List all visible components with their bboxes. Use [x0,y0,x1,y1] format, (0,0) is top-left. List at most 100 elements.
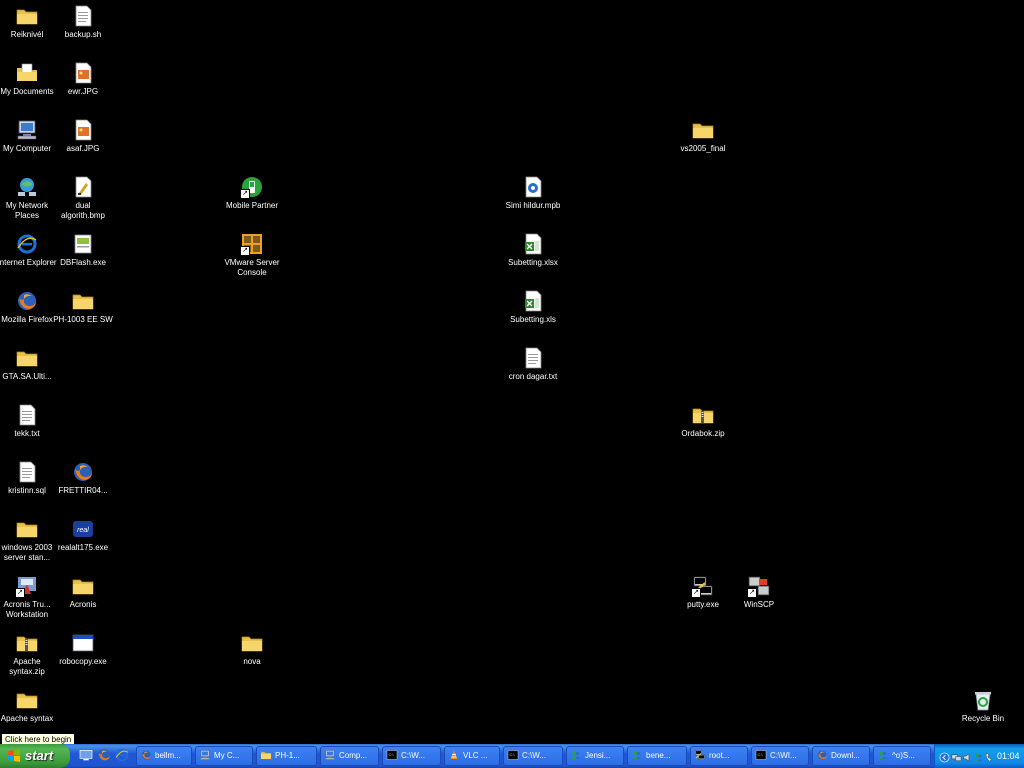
desktop-icon[interactable]: ↗ VMware Server Console [222,228,282,284]
exe-window-icon [71,631,95,655]
desktop-icon[interactable]: Subetting.xlsx [503,228,563,284]
desktop-icon-label: PH-1003 EE SW [53,315,113,324]
desktop-icon[interactable]: My Documents [0,57,57,113]
desktop-icon[interactable]: PH-1003 EE SW [53,285,113,341]
desktop-icon[interactable]: windows 2003 server stan... [0,513,57,569]
taskbar-button[interactable]: C:\ C:\W... [382,746,441,766]
taskbar-button[interactable]: My C... [195,746,253,766]
desktop-icon-label: My Documents [0,87,54,96]
svg-text:real: real [77,527,89,534]
desktop-icon[interactable]: real realalt175.exe [53,513,113,569]
phone-tray-icon[interactable] [984,750,995,762]
taskbar-button-label: bene... [646,751,671,760]
desktop-icon[interactable]: asaf.JPG [53,114,113,170]
network-tray-icon[interactable] [951,750,962,761]
folder-icon [240,631,264,655]
desktop-icon[interactable]: My Computer [0,114,57,170]
desktop-icon[interactable]: Subetting.xls [503,285,563,341]
desktop-icon[interactable]: ewr.JPG [53,57,113,113]
desktop-icon-label: vs2005_final [680,144,726,153]
taskbar-button[interactable]: Comp... [320,746,379,766]
folder-icon [15,517,39,541]
desktop-icon[interactable]: Recycle Bin [953,684,1013,740]
desktop-icon[interactable]: Mozilla Firefox [0,285,57,341]
firefox-icon[interactable] [96,747,112,763]
taskbar-button-label: Jensi... [585,751,611,760]
desktop-icon[interactable]: Ordabok.zip [673,399,733,455]
taskbar-button[interactable]: Jensi... [566,746,624,766]
taskbar-button-label: C:\W... [401,751,425,760]
desktop-icon[interactable]: robocopy.exe [53,627,113,683]
desktop-icon[interactable]: dual algorith.bmp [53,171,113,227]
desktop-icon-label: GTA.SA.Ulti... [2,372,52,381]
start-label: start [25,748,54,763]
desktop-icon[interactable]: Apache syntax.zip [0,627,57,683]
bmp-file-icon [71,175,95,199]
speaker-icon[interactable] [962,750,973,762]
msn-icon [570,749,582,761]
desktop-icon-label: tekk.txt [14,429,40,438]
taskbar-button[interactable]: bellm... [136,746,192,766]
desktop-icon-label: VMware Server Console [224,258,280,277]
shortcut-arrow-icon: ↗ [691,588,701,598]
desktop-icon[interactable]: vs2005_final [673,114,733,170]
svg-text:C:\: C:\ [389,752,395,757]
msn-tray-icon[interactable] [973,750,984,762]
msn-icon [877,749,889,761]
desktop-icon-label: Recycle Bin [961,714,1005,723]
recycle-bin-icon [971,688,995,712]
show-desktop-icon[interactable] [78,747,94,763]
desktop-icon[interactable]: nova [222,627,282,683]
desktop-icon-label: putty.exe [687,600,719,609]
desktop-icon-label: windows 2003 server stan... [1,543,53,562]
taskbar-button[interactable]: PH-1... [256,746,317,766]
taskbar-button[interactable]: C:\ C:\WI... [751,746,809,766]
desktop-icon-label: Mozilla Firefox [1,315,53,324]
expand-tray-icon[interactable] [939,750,950,763]
taskbar-button[interactable]: root... [690,746,748,766]
desktop-icon-label: cron dagar.txt [508,372,558,381]
desktop-icon-label: ewr.JPG [67,87,99,96]
desktop-icon-label: dual algorith.bmp [60,201,106,220]
start-button[interactable]: start [0,744,70,768]
script-file-icon [71,4,95,28]
network-places-icon [15,175,39,199]
internet-explorer-icon[interactable] [114,747,130,763]
excel-file-icon [521,232,545,256]
desktop-icon[interactable]: backup.sh [53,0,113,56]
folder-icon [260,749,272,761]
desktop-icon[interactable]: ↗ Acronis Tru... Workstation [0,570,57,626]
desktop-icon[interactable]: ↗ putty.exe [673,570,733,626]
desktop-icon[interactable]: Reiknivél [0,0,57,56]
desktop-icon[interactable]: ↗ Mobile Partner [222,171,282,227]
desktop-icon[interactable]: Internet Explorer [0,228,57,284]
desktop-icon-label: Acronis Tru... Workstation [3,600,51,619]
desktop-icon[interactable]: cron dagar.txt [503,342,563,398]
firefox-icon [140,749,152,761]
desktop-icon[interactable]: GTA.SA.Ulti... [0,342,57,398]
desktop-icon[interactable]: FRETTIR04... [53,456,113,512]
msn-icon [631,749,643,761]
desktop-icon[interactable]: Simi hildur.mpb [503,171,563,227]
desktop: Reiknivél backup.sh My Documents ewr.JPG My … [0,0,1024,744]
desktop-icon-label: kristinn.sql [8,486,46,495]
clock[interactable]: 01:04 [997,744,1020,768]
desktop-icon[interactable]: kristinn.sql [0,456,57,512]
desktop-icon[interactable]: Apache syntax [0,684,57,740]
taskbar-button[interactable]: ^o)S... [873,746,931,766]
desktop-icon-label: Mobile Partner [225,201,279,210]
shortcut-arrow-icon: ↗ [747,588,757,598]
taskbar-button[interactable]: bene... [627,746,687,766]
winscp-icon: ↗ [747,574,771,598]
desktop-icon[interactable]: DBFlash.exe [53,228,113,284]
desktop-icon-label: FRETTIR04... [58,486,108,495]
desktop-icon[interactable]: ↗ WinSCP [729,570,789,626]
desktop-icon[interactable]: My Network Places [0,171,57,227]
desktop-icon[interactable]: Acronis [53,570,113,626]
zip-folder-icon [691,403,715,427]
firefox-icon [15,289,39,313]
taskbar-button[interactable]: C:\ C:\W... [503,746,563,766]
taskbar-button[interactable]: Downl... [812,746,870,766]
desktop-icon[interactable]: tekk.txt [0,399,57,455]
taskbar-button[interactable]: VLC ... [444,746,500,766]
